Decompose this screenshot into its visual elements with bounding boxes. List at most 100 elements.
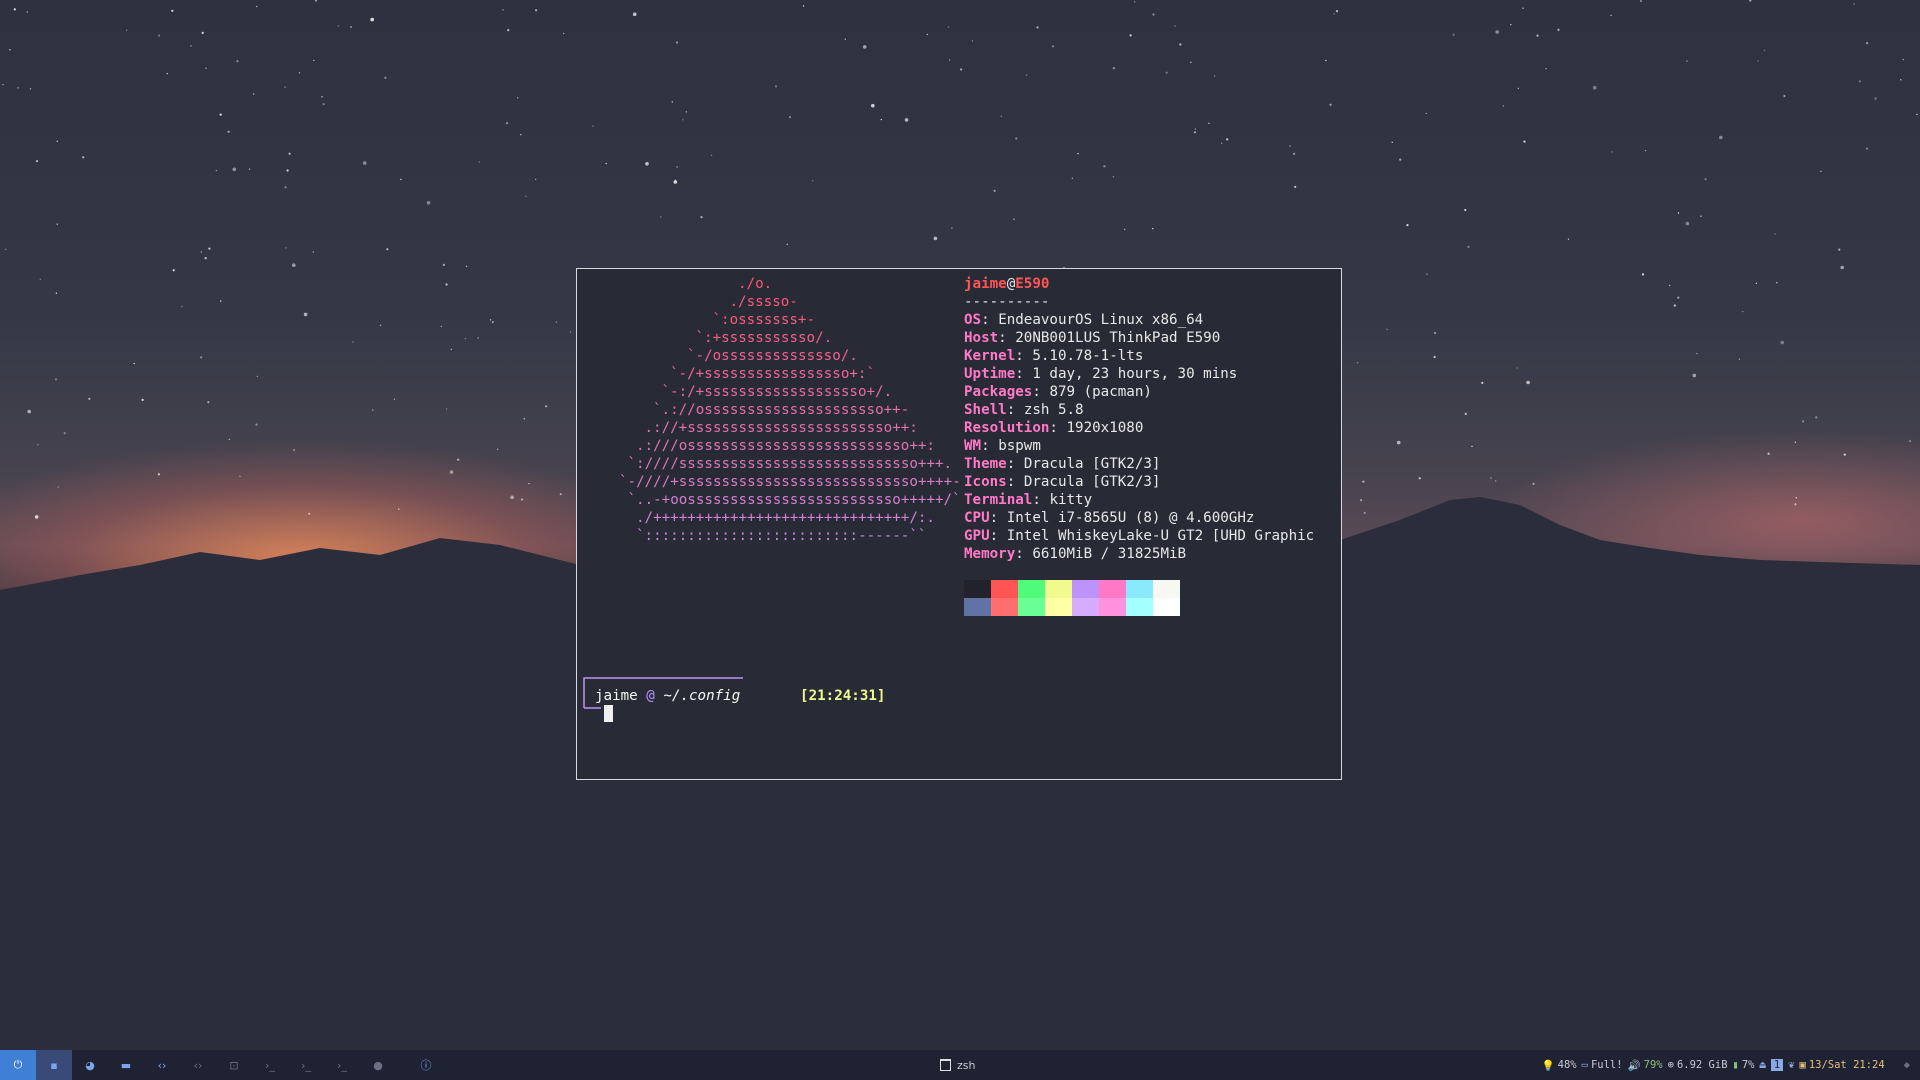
screenshot-launcher[interactable]: ⊡: [216, 1050, 252, 1080]
folder-icon: ▬: [120, 1058, 132, 1072]
shell-alt-launcher[interactable]: ›_: [288, 1050, 324, 1080]
terminal-launcher[interactable]: ▪: [36, 1050, 72, 1080]
info-row: Packages: 879 (pacman): [964, 384, 1152, 400]
taskbar: ⏻ ▪ ◕ ▬ ‹› ‹› ⊡ ›_ ›_ ›_ ● ⓘ zsh 💡 48% ▭ Full! 🔊 79% ⊕…: [0, 1050, 1920, 1080]
info-row: Icons: Dracula [GTK2/3]: [964, 474, 1161, 490]
info-key: Kernel: [964, 348, 1016, 364]
volume-module[interactable]: 🔊 79%: [1628, 1059, 1663, 1072]
cpu-module[interactable]: ▮ 7%: [1733, 1059, 1755, 1071]
terminal-icon: ▪: [50, 1058, 58, 1072]
info-row: CPU: Intel i7-8565U (8) @ 4.600GHz: [964, 510, 1255, 526]
code-icon: ‹›: [157, 1058, 167, 1072]
code-alt-icon: ‹›: [193, 1058, 203, 1072]
shell-icon: ›_: [265, 1058, 275, 1072]
palette-swatch: [1018, 580, 1045, 598]
settings-launcher[interactable]: ●: [360, 1050, 396, 1080]
palette-swatch: [1045, 598, 1072, 616]
firefox-launcher[interactable]: ◕: [72, 1050, 108, 1080]
info-key: OS: [964, 312, 982, 328]
text-cursor: [604, 705, 613, 722]
palette-swatch: [1099, 598, 1126, 616]
palette-swatch: [991, 598, 1018, 616]
battery-module[interactable]: ▭ Full!: [1582, 1059, 1623, 1071]
date-value: 13/Sat 21:24: [1808, 1059, 1885, 1071]
taskbar-launchers: ⏻ ▪ ◕ ▬ ‹› ‹› ⊡ ›_ ›_ ›_ ● ⓘ: [0, 1050, 444, 1080]
palette-swatch: [1072, 580, 1099, 598]
power-launcher[interactable]: ⏻: [0, 1050, 36, 1080]
terminal-window[interactable]: ./o. ./sssso- `:osssssss+- `:+sssssssssso/.…: [576, 268, 1342, 780]
ascii-logo-line: `-////+ssssssssssssssssssssssssssso++++-: [619, 474, 961, 490]
info-value: 20NB001LUS ThinkPad E590: [1015, 330, 1221, 346]
workspace-module[interactable]: 1: [1770, 1059, 1784, 1071]
info-row: Uptime: 1 day, 23 hours, 30 mins: [964, 366, 1238, 382]
info-row: Kernel: 5.10.78-1-lts: [964, 348, 1144, 364]
firefox-icon: ◕: [85, 1058, 95, 1072]
info-key: Icons: [964, 474, 1007, 490]
info-icon: ⓘ: [420, 1059, 432, 1072]
shell-alt2-launcher[interactable]: ›_: [324, 1050, 360, 1080]
palette-swatch: [1126, 580, 1153, 598]
prompt-user: jaime: [595, 688, 638, 704]
palette-swatch: [1045, 580, 1072, 598]
info-value: 879 (pacman): [1049, 384, 1152, 400]
brightness-value: 48%: [1557, 1059, 1577, 1071]
info-value: 6610MiB / 31825MiB: [1032, 546, 1187, 562]
tray-module[interactable]: ◆: [1904, 1059, 1910, 1071]
updates-icon: ⏏: [1759, 1059, 1766, 1071]
info-launcher[interactable]: ⓘ: [408, 1050, 444, 1080]
palette-swatch: [1153, 598, 1180, 616]
ascii-logo-line: `:////ssssssssssssssssssssssssssso+++.: [627, 456, 953, 472]
info-divider: ----------: [964, 294, 1050, 310]
ascii-logo-line: `:+sssssssssso/.: [695, 330, 833, 346]
settings-icon: ●: [373, 1058, 383, 1072]
battery-value: Full!: [1590, 1059, 1623, 1071]
info-at: @: [1006, 276, 1016, 292]
network-module[interactable]: ❦: [1788, 1059, 1794, 1071]
ascii-logo-line: `..-+oosssssssssssssssssssssssso+++++/`: [627, 492, 961, 508]
code-launcher[interactable]: ‹›: [144, 1050, 180, 1080]
power-icon: ⏻: [13, 1058, 23, 1071]
brightness-icon: 💡: [1541, 1059, 1555, 1072]
palette-swatch: [964, 580, 991, 598]
info-key: WM: [964, 438, 982, 454]
info-value: EndeavourOS Linux x86_64: [998, 312, 1204, 328]
network-icon: ❦: [1788, 1059, 1795, 1071]
window-title: zsh: [957, 1058, 976, 1072]
info-key: Theme: [964, 456, 1007, 472]
ascii-logo-line: `-:/+sssssssssssssssssso+/.: [661, 384, 893, 400]
ascii-logo-line: `-/ossssssssssssso/.: [687, 348, 858, 364]
palette-swatch: [1126, 598, 1153, 616]
info-value: 5.10.78-1-lts: [1032, 348, 1144, 364]
info-value: Dracula [GTK2/3]: [1023, 474, 1161, 490]
prompt-line: jaime @ ~/.config [21:24:31]: [595, 687, 885, 705]
info-key: Shell: [964, 402, 1007, 418]
info-key: Packages: [964, 384, 1033, 400]
workspace-value: 1: [1770, 1059, 1784, 1071]
user-host-line: jaime@E590: [964, 275, 1341, 293]
info-row: GPU: Intel WhiskeyLake-U GT2 [UHD Graphi…: [964, 528, 1315, 544]
system-info: jaime@E590 ---------- OS: EndeavourOS Li…: [964, 275, 1341, 563]
info-value: bspwm: [998, 438, 1041, 454]
shell-launcher[interactable]: ›_: [252, 1050, 288, 1080]
info-host: E590: [1015, 276, 1050, 292]
ascii-logo-line: .:///ossssssssssssssssssssssssso++:: [636, 438, 935, 454]
info-value: 1920x1080: [1066, 420, 1144, 436]
color-palette: [964, 580, 1180, 616]
brightness-module[interactable]: 💡 48%: [1542, 1059, 1577, 1072]
palette-swatch: [1072, 598, 1099, 616]
cpu-icon: ▮: [1732, 1059, 1739, 1071]
updates-module[interactable]: ⏏: [1760, 1059, 1766, 1071]
ascii-logo-line: .://+ssssssssssssssssssssssso++:: [644, 420, 918, 436]
volume-value: 79%: [1643, 1059, 1663, 1071]
info-row: WM: bspwm: [964, 438, 1041, 454]
date-module[interactable]: ▣ 13/Sat 21:24: [1799, 1059, 1884, 1071]
info-value: kitty: [1049, 492, 1093, 508]
code-alt-launcher[interactable]: ‹›: [180, 1050, 216, 1080]
memory-module[interactable]: ⊕ 6.92 GiB: [1668, 1059, 1728, 1071]
folder-launcher[interactable]: ▬: [108, 1050, 144, 1080]
active-window[interactable]: zsh: [940, 1050, 975, 1080]
calendar-icon: ▣: [1799, 1059, 1806, 1071]
info-key: Resolution: [964, 420, 1050, 436]
info-key: Memory: [964, 546, 1016, 562]
palette-swatch: [1153, 580, 1180, 598]
